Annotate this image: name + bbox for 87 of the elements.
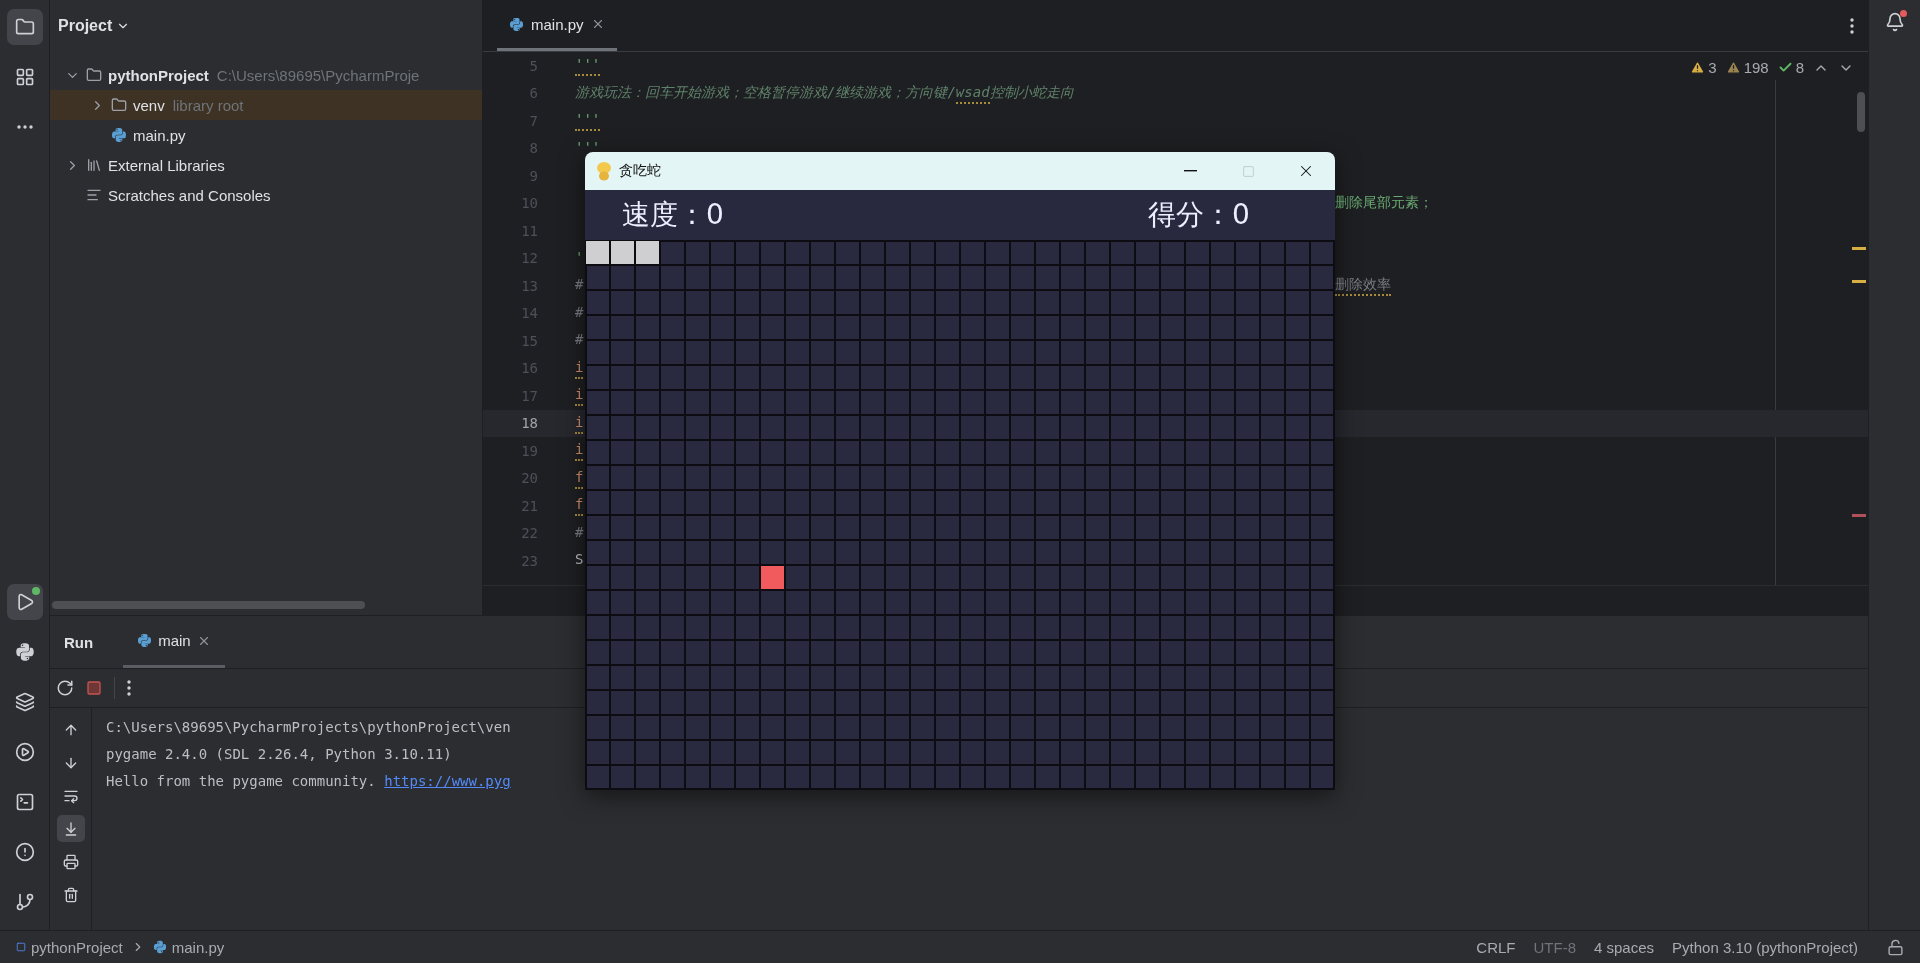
code-text: i bbox=[575, 385, 584, 407]
code-text: S bbox=[575, 550, 584, 570]
minimize-icon bbox=[1183, 170, 1197, 172]
code-text: # bbox=[575, 330, 584, 350]
tree-item[interactable]: Scratches and Consoles bbox=[50, 180, 482, 210]
terminal-icon bbox=[14, 792, 35, 812]
check-icon bbox=[1777, 60, 1793, 75]
code-text: # bbox=[575, 522, 584, 542]
code-text: 删除尾部元素； bbox=[1335, 192, 1433, 212]
code-text: i bbox=[575, 357, 584, 379]
maximize-icon bbox=[1241, 164, 1255, 178]
code-text: # bbox=[575, 302, 584, 322]
error-stripe-mark bbox=[1852, 514, 1866, 517]
python-icon bbox=[152, 940, 167, 954]
library-icon bbox=[86, 157, 102, 173]
console-text: pygame 2.4.0 (SDL 2.26.4, Python 3.10.11) bbox=[106, 745, 452, 764]
tree-item[interactable]: venv library root bbox=[50, 90, 482, 120]
layers-icon bbox=[14, 692, 35, 712]
trash-icon bbox=[62, 886, 79, 903]
tool-window-button[interactable] bbox=[6, 584, 43, 620]
breadcrumb[interactable]: pythonProject bbox=[16, 938, 123, 956]
scrollbar-thumb[interactable] bbox=[52, 601, 365, 609]
code-text: f bbox=[575, 467, 584, 489]
inspection-count[interactable]: 198 bbox=[1725, 59, 1769, 76]
speed-label: 速度：0 bbox=[622, 197, 725, 233]
panel-title[interactable]: Project bbox=[54, 13, 135, 39]
printer-icon bbox=[62, 853, 79, 870]
console-text: Hello from the pygame community. bbox=[106, 772, 376, 791]
line-number: 18 bbox=[520, 415, 538, 432]
code-text: ''' bbox=[575, 55, 601, 77]
more-icon[interactable] bbox=[1850, 17, 1854, 34]
inspection-count[interactable]: 3 bbox=[1690, 59, 1717, 76]
status-item[interactable]: CRLF bbox=[1471, 938, 1521, 956]
unlock-icon[interactable] bbox=[1887, 938, 1904, 956]
breadcrumb[interactable]: main.py bbox=[152, 938, 225, 956]
python-icon bbox=[111, 127, 127, 143]
tree-item[interactable]: External Libraries bbox=[50, 150, 482, 180]
stop-icon[interactable] bbox=[86, 680, 102, 696]
code-text: i bbox=[575, 412, 584, 434]
play-circle-icon bbox=[14, 742, 35, 762]
code-text: 游戏玩法：回车开始游戏；空格暂停游戏/继续游戏；方向键/wsad控制小蛇走向 bbox=[575, 82, 1074, 104]
folder-icon bbox=[86, 67, 102, 83]
console-tool-button[interactable] bbox=[56, 815, 85, 842]
folder-icon bbox=[111, 97, 127, 113]
console-link[interactable]: https://www.pyg bbox=[384, 768, 511, 795]
python-icon bbox=[509, 16, 524, 32]
code-text: # bbox=[575, 275, 584, 295]
rerun-icon[interactable] bbox=[56, 679, 74, 697]
warning-icon bbox=[1725, 60, 1741, 75]
snake-segment bbox=[611, 241, 634, 264]
error-stripe-mark bbox=[1852, 280, 1866, 283]
python-icon bbox=[14, 642, 35, 662]
snake-icon bbox=[595, 161, 613, 181]
error-stripe-mark bbox=[1852, 247, 1866, 250]
notification-icon[interactable] bbox=[1884, 12, 1905, 32]
tree-item[interactable]: main.py bbox=[50, 120, 482, 150]
tree-item[interactable]: pythonProject C:\Users\89695\PycharmProje bbox=[50, 60, 482, 90]
tool-window-button[interactable] bbox=[6, 9, 43, 45]
code-text: ''' bbox=[575, 110, 601, 132]
python-icon bbox=[137, 633, 153, 648]
code-text: ''' bbox=[575, 137, 601, 157]
square-icon bbox=[16, 942, 26, 952]
list-icon bbox=[86, 187, 102, 203]
more-icon bbox=[16, 125, 33, 129]
alert-icon bbox=[14, 842, 35, 862]
status-item[interactable]: 4 spaces bbox=[1589, 938, 1660, 956]
grid-icon bbox=[14, 67, 35, 87]
score-label: 得分：0 bbox=[1148, 197, 1251, 233]
run-tab[interactable]: main bbox=[123, 616, 225, 668]
folder-icon bbox=[14, 17, 35, 37]
window-title: 贪吃蛇 bbox=[619, 162, 661, 180]
status-item[interactable]: Python 3.10 (pythonProject) bbox=[1667, 938, 1863, 956]
snake-segment bbox=[586, 241, 609, 264]
code-text: f bbox=[575, 495, 584, 517]
code-text: i bbox=[575, 440, 584, 462]
scrollbar-thumb[interactable] bbox=[1857, 92, 1865, 132]
branch-icon bbox=[14, 892, 35, 912]
food bbox=[761, 566, 784, 589]
running-badge bbox=[31, 587, 40, 595]
snake-segment bbox=[636, 241, 659, 264]
warning-icon bbox=[1690, 60, 1706, 75]
code-text: 删除效率 bbox=[1335, 275, 1391, 297]
console-text: C:\Users\89695\PycharmProjects\pythonProject\ven bbox=[106, 718, 511, 737]
panel-title: Run bbox=[64, 633, 94, 651]
more-icon[interactable] bbox=[127, 680, 131, 696]
inspection-count[interactable]: 8 bbox=[1777, 59, 1804, 76]
code-text: ' bbox=[575, 247, 584, 267]
